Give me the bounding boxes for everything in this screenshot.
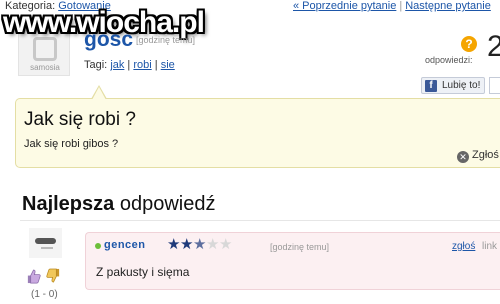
star-full-icon: ★ [167,236,181,253]
section-divider [20,220,500,221]
report-label: Zgłoś [472,149,499,161]
thumbs-up-icon[interactable] [26,269,41,284]
best-answer-heading: Najlepsza odpowiedź [22,193,215,216]
facebook-icon: f [425,80,437,92]
question-box: Jak się robi ? Jak się robi gibos ? ✕ Zgł… [15,85,500,168]
question-navigation: « Poprzednie pytanie | Następne pytanie [293,0,491,13]
next-question-link[interactable]: Następne pytanie [405,0,491,12]
nav-separator: | [399,0,403,12]
question-title: Jak się robi ? [24,109,136,130]
facebook-like-button[interactable]: f Lubię to! [421,77,485,94]
report-answer-link[interactable]: zgłoś [452,241,475,252]
close-circle-icon: ✕ [457,151,469,163]
default-avatar-icon [33,37,57,61]
question-body: Jak się robi gibos ? [24,138,119,150]
answer-permalink[interactable]: link [482,241,497,252]
star-empty-icon: ★ [206,236,220,253]
rating-stars: ★★★★★ [167,237,232,252]
answer-text: Z pakusty i sięma [96,265,190,279]
previous-question-link[interactable]: « Poprzednie pytanie [293,0,396,12]
tags-label: Tagi: [84,59,108,71]
facebook-like-label: Lubię to! [442,80,481,91]
answer-author-avatar[interactable] [29,228,62,258]
question-tags: Tagi: jak | robi | sie [84,59,175,71]
best-answer-box: gencen ★★★★★ [godzinę temu] zgłoś link Z… [85,232,500,290]
avatar-mouth [41,247,53,249]
star-full-icon: ★ [180,236,194,253]
thumbs-down-icon[interactable] [46,268,61,283]
answers-count: 2 [487,30,500,63]
facebook-like-count [489,77,500,94]
star-half-icon: ★ [193,236,207,253]
speech-bubble-tail-fill [92,87,106,100]
best-answer-heading-bold: Najlepsza [22,193,115,215]
vote-count: (1 - 0) [31,289,58,300]
tag-link[interactable]: robi [133,59,151,71]
star-empty-icon: ★ [219,236,233,253]
tag-link[interactable]: sie [161,59,175,71]
tag-link[interactable]: jak [110,59,124,71]
answer-author-name[interactable]: gencen [104,239,146,251]
avatar-label: samosia [30,63,60,72]
question-mark-icon: ? [461,36,477,52]
online-status-icon [95,243,101,249]
question-author-name[interactable]: gosc [84,29,133,51]
question-timestamp: [godzinę temu] [136,35,196,45]
best-answer-heading-rest: odpowiedź [114,193,216,215]
report-question-link[interactable]: ✕ Zgłoś [457,149,499,163]
answer-timestamp: [godzinę temu] [270,242,330,252]
answers-count-label: odpowiedzi: [425,55,473,65]
avatar-eyes [35,238,56,244]
